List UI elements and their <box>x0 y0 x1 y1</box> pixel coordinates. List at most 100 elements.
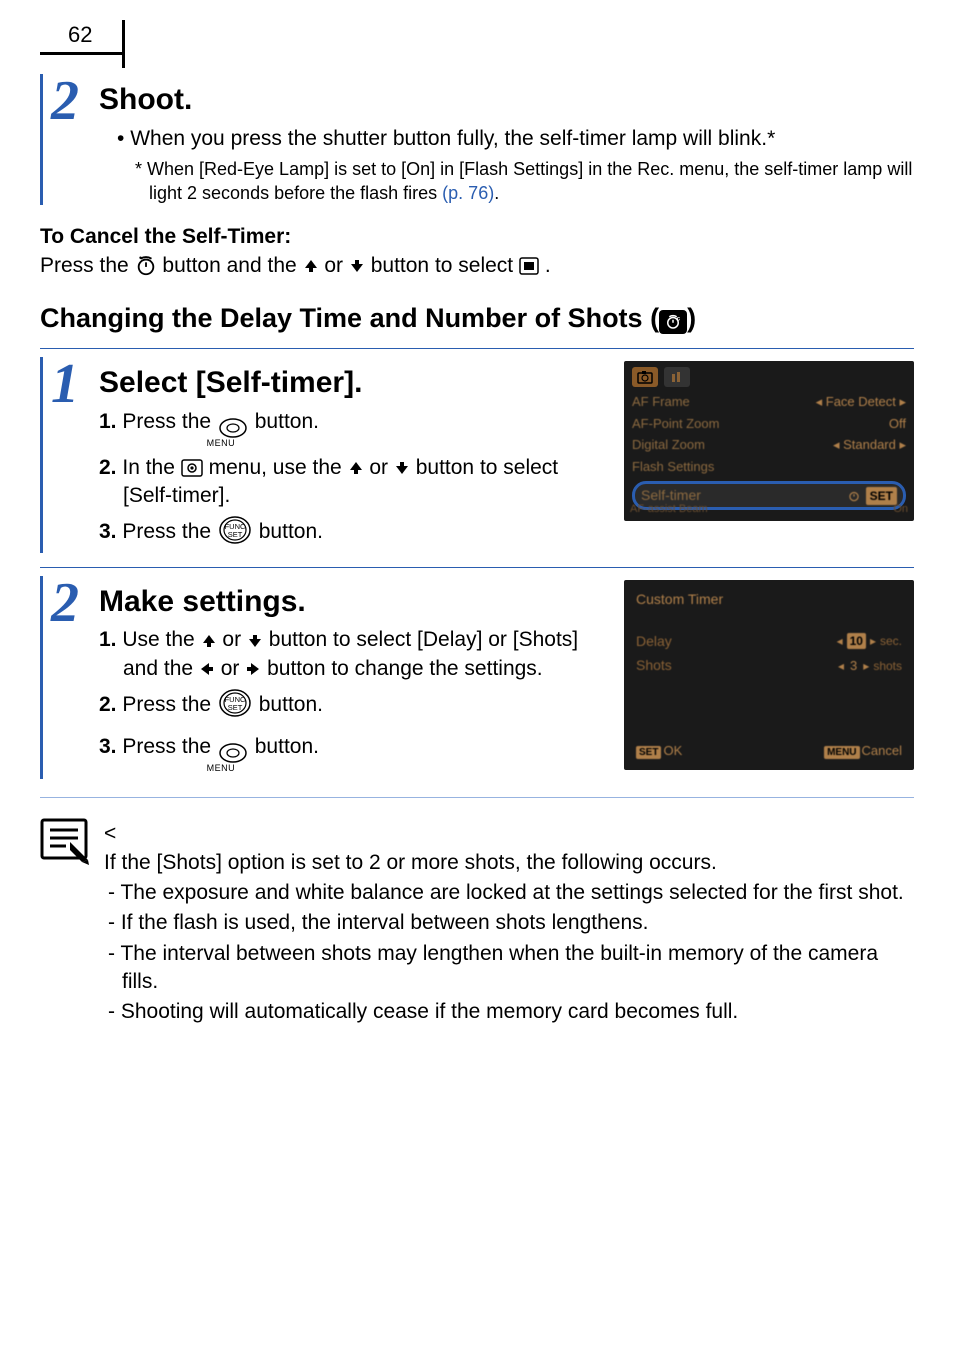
cancel-pre: Press the <box>40 254 135 277</box>
lcd1-r4l: Flash Settings <box>632 458 714 476</box>
cancel-line: Press the button and the or button to se… <box>40 252 914 280</box>
step1-s1-pre: Press the <box>122 410 217 433</box>
cancel-post: . <box>545 254 551 277</box>
step1-s3-post: button. <box>259 520 323 543</box>
step-number-2: 2 <box>51 578 93 780</box>
page-number-box: 62 <box>40 20 140 66</box>
page-header-rule-vertical <box>122 20 125 68</box>
lcd1-r2l: AF-Point Zoom <box>632 415 719 433</box>
heading-post: ) <box>687 303 696 333</box>
step2-title: Make settings. <box>99 582 610 623</box>
step1-s1-post: button. <box>255 410 319 433</box>
step2-s1-or: or <box>222 628 247 651</box>
page-header: 62 <box>40 20 914 66</box>
step-select-selftimer: 1 Select [Self-timer]. 1. Press the MENU… <box>40 357 914 553</box>
footnote-page-link[interactable]: (p. 76) <box>442 183 494 203</box>
left-arrow-icon <box>199 661 215 677</box>
step1-sub2: 2. In the menu, use the or <box>99 454 610 511</box>
func-set-button-icon: FUNCSET <box>219 689 251 717</box>
footnote-text-pre: * When [Red-Eye Lamp] is set to [On] in … <box>135 159 912 203</box>
cancel-heading: To Cancel the Self-Timer: <box>40 223 914 251</box>
up-arrow-icon <box>348 460 364 476</box>
timer-off-square-icon <box>519 257 539 275</box>
footnote-text-post: . <box>494 183 499 203</box>
step1-s3-pre: Press the <box>122 520 217 543</box>
step2-s1-post: button to change the settings. <box>267 657 543 680</box>
note-section: < If the [Shots] option is set to 2 or m… <box>40 818 914 1028</box>
note-item-3: The interval between shots may lengthen … <box>104 940 914 997</box>
step1-sub1: 1. Press the MENU button. <box>99 408 610 448</box>
down-arrow-icon <box>247 633 263 649</box>
heading-pre: Changing the Delay Time and Number of Sh… <box>40 303 659 333</box>
memo-icon <box>40 818 90 862</box>
lcd-preview-selftimer-menu: AF Frame ◂ Face Detect ▸ AF-Point Zoom Off… <box>624 361 914 521</box>
lcd-preview-custom-timer: Custom Timer Delay ◂10▸ sec. Shots ◂3▸ <box>624 580 914 770</box>
lcd2-shots-unit: shots <box>873 658 902 674</box>
step2-s3-post: button. <box>255 735 319 758</box>
lcd-tab-tools-icon <box>664 367 690 387</box>
step2-sub2: 2. Press the FUNCSET button. <box>99 689 610 719</box>
rule-above-step1 <box>40 348 914 349</box>
rec-menu-icon <box>181 459 203 477</box>
cancel-or: or <box>324 254 349 277</box>
cancel-mid3: button to select <box>371 254 519 277</box>
step-shoot: 2 Shoot. When you press the shutter butt… <box>40 74 914 205</box>
lcd2-ok: SETOK <box>636 742 682 760</box>
note-item-1: The exposure and white balance are locke… <box>104 879 914 907</box>
lcd2-shots-label: Shots <box>636 656 672 675</box>
down-arrow-icon <box>349 258 365 274</box>
lcd2-cancel: MENUCancel <box>824 742 902 760</box>
step2-s1-pre: Use the <box>122 628 200 651</box>
note-item-4: Shooting will automatically cease if the… <box>104 998 914 1026</box>
up-arrow-icon <box>303 258 319 274</box>
shoot-footnote: * When [Red-Eye Lamp] is set to [On] in … <box>135 157 914 206</box>
shoot-bullet: When you press the shutter button fully,… <box>117 125 914 153</box>
menu-button-label: MENU <box>231 439 236 448</box>
lcd2-delay-unit: sec. <box>880 633 902 649</box>
lcd1-r3r: ◂ Standard ▸ <box>833 436 906 454</box>
self-timer-icon <box>135 255 157 277</box>
lcd1-r1l: AF Frame <box>632 393 690 411</box>
lcd1-r3l: Digital Zoom <box>632 436 705 454</box>
step1-title: Select [Self-timer]. <box>99 363 610 404</box>
shoot-bullet-list: When you press the shutter button fully,… <box>117 125 914 153</box>
step1-s2-mid1: menu, use the <box>209 456 348 479</box>
step-make-settings: 2 Make settings. 1. Use the or button to… <box>40 576 914 780</box>
step2-s3-pre: Press the <box>122 735 217 758</box>
rule-between-steps <box>40 567 914 568</box>
lcd2-row-delay: Delay ◂10▸ sec. <box>636 629 902 654</box>
lcd2-row-shots: Shots ◂3▸ shots <box>636 653 902 678</box>
note-intro: If the [Shots] option is set to 2 or mor… <box>104 849 914 877</box>
menu-button-label: MENU <box>231 764 236 773</box>
step2-s1-or2: or <box>221 657 246 680</box>
step1-s2-or: or <box>369 456 394 479</box>
note-item-2: If the flash is used, the interval betwe… <box>104 909 914 937</box>
lcd1-r2r: Off <box>889 415 906 433</box>
lcd2-shots-value: 3 <box>848 657 859 675</box>
step2-s2-pre: Press the <box>122 693 217 716</box>
step2-sub3: 3. Press the MENU button. <box>99 733 610 773</box>
up-arrow-icon <box>201 633 217 649</box>
menu-button-icon: MENU <box>219 418 247 448</box>
svg-text:SET: SET <box>228 703 243 712</box>
lcd1-r1r: ◂ Face Detect ▸ <box>816 393 906 411</box>
step2-sub1: 1. Use the or button to select [Delay] o… <box>99 626 610 683</box>
func-set-button-icon: FUNCSET <box>219 516 251 544</box>
step2-substeps: 1. Use the or button to select [Delay] o… <box>99 626 610 773</box>
lcd1-bottom-r: On <box>893 502 908 517</box>
step1-substeps: 1. Press the MENU button. 2. In the <box>99 408 610 547</box>
down-arrow-icon <box>394 460 410 476</box>
cancel-mid1: button and the <box>162 254 302 277</box>
step1-s2-pre: In the <box>122 456 180 479</box>
step-number-1: 1 <box>51 359 93 553</box>
rule-below-steps <box>40 797 914 798</box>
lcd2-delay-label: Delay <box>636 632 672 651</box>
step2-s2-post: button. <box>259 693 323 716</box>
svg-text:c: c <box>677 317 681 323</box>
right-arrow-icon <box>245 661 261 677</box>
section-heading-custom-timer: Changing the Delay Time and Number of Sh… <box>40 304 914 334</box>
lcd1-bottom-l: AF-assist Beam <box>630 502 708 517</box>
lcd2g-title: Custom Timer <box>636 590 902 609</box>
svg-text:SET: SET <box>228 530 243 539</box>
step-number-2-top: 2 <box>51 76 93 205</box>
